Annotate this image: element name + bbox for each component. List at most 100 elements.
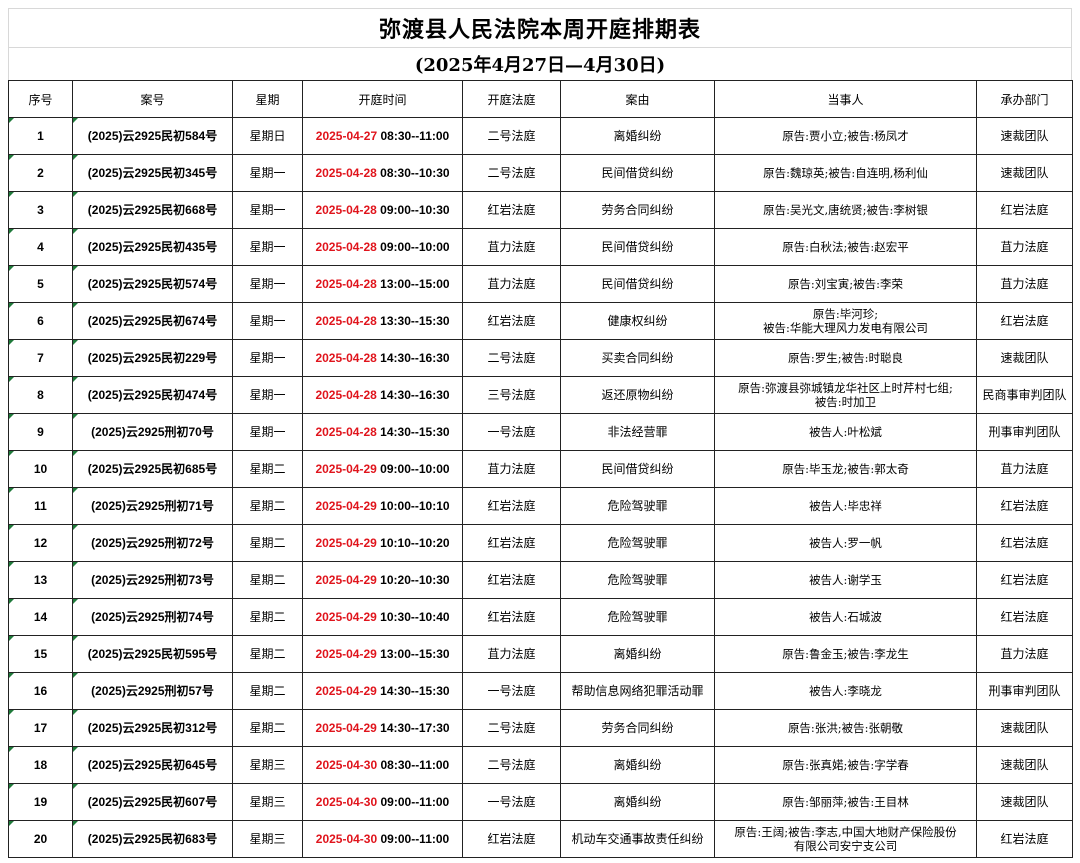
cell-party: 原告:鲁金玉;被告:李龙生 <box>714 635 977 673</box>
table-row: 13 (2025)云2925刑初73号 星期二 2025-04-29 10:20--1… <box>8 561 1073 599</box>
cell-time: 2025-04-29 13:00--15:30 <box>302 635 463 673</box>
cell-date: 2025-04-28 <box>315 165 377 180</box>
cell-dept: 民商事审判团队 <box>976 376 1073 414</box>
header-weekday: 星期 <box>232 80 303 118</box>
cell-party: 被告人:李晓龙 <box>714 672 977 710</box>
cell-date: 2025-04-30 <box>315 757 378 772</box>
cell-weekday: 星期一 <box>232 339 303 377</box>
cell-court: 苴力法庭 <box>462 228 561 266</box>
cell-time-range: 10:30--10:40 <box>380 609 450 624</box>
cell-case: (2025)云2925民初574号 <box>72 265 233 303</box>
schedule-sheet: 弥渡县人民法院本周开庭排期表 (2025年4月27日—4月30日) 序号 案号 … <box>8 8 1073 858</box>
cell-party: 原告:刘宝寅;被告:李荣 <box>714 265 977 303</box>
cell-court: 二号法庭 <box>462 117 561 155</box>
cell-time-range: 10:00--10:10 <box>380 498 450 513</box>
cell-no: 20 <box>8 820 73 858</box>
table-row: 19 (2025)云2925民初607号 星期三 2025-04-30 09:00--… <box>8 783 1073 821</box>
cell-time-range: 14:30--15:30 <box>380 683 450 698</box>
cell-party: 被告人:罗一帆 <box>714 524 977 562</box>
cell-party: 原告:邹丽萍;被告:王目林 <box>714 783 977 821</box>
cell-party: 原告:毕玉龙;被告:郭太奇 <box>714 450 977 488</box>
cell-dept: 速裁团队 <box>976 709 1073 747</box>
cell-cause: 民间借贷纠纷 <box>560 265 715 303</box>
cell-cause: 离婚纠纷 <box>560 635 715 673</box>
cell-dept: 红岩法庭 <box>976 487 1073 525</box>
cell-time-range: 14:30--17:30 <box>380 720 450 735</box>
table-row: 2 (2025)云2925民初345号 星期一 2025-04-28 08:30--1… <box>8 154 1073 192</box>
cell-court: 一号法庭 <box>462 672 561 710</box>
cell-time-range: 13:30--15:30 <box>380 313 450 328</box>
cell-time-range: 08:30--11:00 <box>380 757 450 772</box>
header-cause: 案由 <box>560 80 715 118</box>
cell-cause: 危险驾驶罪 <box>560 524 715 562</box>
cell-time: 2025-04-29 10:20--10:30 <box>302 561 463 599</box>
cell-weekday: 星期二 <box>232 672 303 710</box>
cell-time: 2025-04-29 09:00--10:00 <box>302 450 463 488</box>
cell-no: 11 <box>8 487 73 525</box>
cell-dept: 速裁团队 <box>976 746 1073 784</box>
cell-dept: 苴力法庭 <box>976 450 1073 488</box>
cell-weekday: 星期二 <box>232 598 303 636</box>
cell-no: 18 <box>8 746 73 784</box>
cell-time-range: 14:30--16:30 <box>380 387 450 402</box>
cell-case: (2025)云2925民初435号 <box>72 228 233 266</box>
table-row: 14 (2025)云2925刑初74号 星期二 2025-04-29 10:30--1… <box>8 598 1073 636</box>
cell-weekday: 星期二 <box>232 487 303 525</box>
cell-party: 原告:魏琼英;被告:自连明,杨利仙 <box>714 154 977 192</box>
page-title: 弥渡县人民法院本周开庭排期表 <box>8 8 1072 47</box>
cell-time: 2025-04-30 09:00--11:00 <box>302 820 463 858</box>
cell-no: 2 <box>8 154 73 192</box>
cell-party: 原告:吴光文,唐统贤;被告:李树银 <box>714 191 977 229</box>
cell-time-range: 09:00--11:00 <box>380 794 450 809</box>
cell-time-range: 14:30--16:30 <box>380 350 450 365</box>
cell-no: 10 <box>8 450 73 488</box>
cell-cause: 危险驾驶罪 <box>560 561 715 599</box>
cell-time: 2025-04-30 08:30--11:00 <box>302 746 463 784</box>
cell-cause: 帮助信息网络犯罪活动罪 <box>560 672 715 710</box>
cell-party: 原告:毕河珍; 被告:华能大理风力发电有限公司 <box>714 302 977 340</box>
cell-no: 12 <box>8 524 73 562</box>
cell-weekday: 星期一 <box>232 265 303 303</box>
cell-date: 2025-04-28 <box>315 276 377 291</box>
header-party: 当事人 <box>714 80 977 118</box>
cell-party: 原告:弥渡县弥城镇龙华社区上时芹村七组; 被告:时加卫 <box>714 376 977 414</box>
cell-time: 2025-04-28 09:00--10:00 <box>302 228 463 266</box>
cell-time: 2025-04-29 14:30--17:30 <box>302 709 463 747</box>
table-row: 3 (2025)云2925民初668号 星期一 2025-04-28 09:00--1… <box>8 191 1073 229</box>
cell-court: 二号法庭 <box>462 746 561 784</box>
cell-case: (2025)云2925刑初73号 <box>72 561 233 599</box>
cell-case: (2025)云2925民初595号 <box>72 635 233 673</box>
cell-date: 2025-04-29 <box>315 646 377 661</box>
cell-no: 14 <box>8 598 73 636</box>
cell-weekday: 星期一 <box>232 228 303 266</box>
table-row: 20 (2025)云2925民初683号 星期三 2025-04-30 09:00--… <box>8 820 1073 858</box>
cell-dept: 苴力法庭 <box>976 228 1073 266</box>
cell-time-range: 09:00--10:00 <box>380 461 450 476</box>
header-time: 开庭时间 <box>302 80 463 118</box>
cell-weekday: 星期二 <box>232 635 303 673</box>
cell-case: (2025)云2925民初584号 <box>72 117 233 155</box>
cell-case: (2025)云2925民初674号 <box>72 302 233 340</box>
cell-court: 红岩法庭 <box>462 487 561 525</box>
cell-cause: 劳务合同纠纷 <box>560 191 715 229</box>
cell-no: 19 <box>8 783 73 821</box>
cell-time-range: 14:30--15:30 <box>380 424 450 439</box>
cell-no: 13 <box>8 561 73 599</box>
cell-party: 原告:张洪;被告:张朝敬 <box>714 709 977 747</box>
cell-time-range: 09:00--10:30 <box>380 202 450 217</box>
cell-time-range: 09:00--11:00 <box>380 831 450 846</box>
cell-party: 被告人:谢学玉 <box>714 561 977 599</box>
table-row: 18 (2025)云2925民初645号 星期三 2025-04-30 08:30--… <box>8 746 1073 784</box>
cell-case: (2025)云2925刑初70号 <box>72 413 233 451</box>
table-row: 16 (2025)云2925刑初57号 星期二 2025-04-29 14:30--1… <box>8 672 1073 710</box>
table-row: 8 (2025)云2925民初474号 星期一 2025-04-28 14:30--1… <box>8 376 1073 414</box>
cell-cause: 返还原物纠纷 <box>560 376 715 414</box>
cell-dept: 红岩法庭 <box>976 598 1073 636</box>
cell-time: 2025-04-29 10:00--10:10 <box>302 487 463 525</box>
cell-dept: 红岩法庭 <box>976 820 1073 858</box>
cell-party: 被告人:叶松斌 <box>714 413 977 451</box>
table-row: 17 (2025)云2925民初312号 星期二 2025-04-29 14:30--… <box>8 709 1073 747</box>
cell-weekday: 星期一 <box>232 376 303 414</box>
cell-dept: 苴力法庭 <box>976 265 1073 303</box>
cell-no: 5 <box>8 265 73 303</box>
